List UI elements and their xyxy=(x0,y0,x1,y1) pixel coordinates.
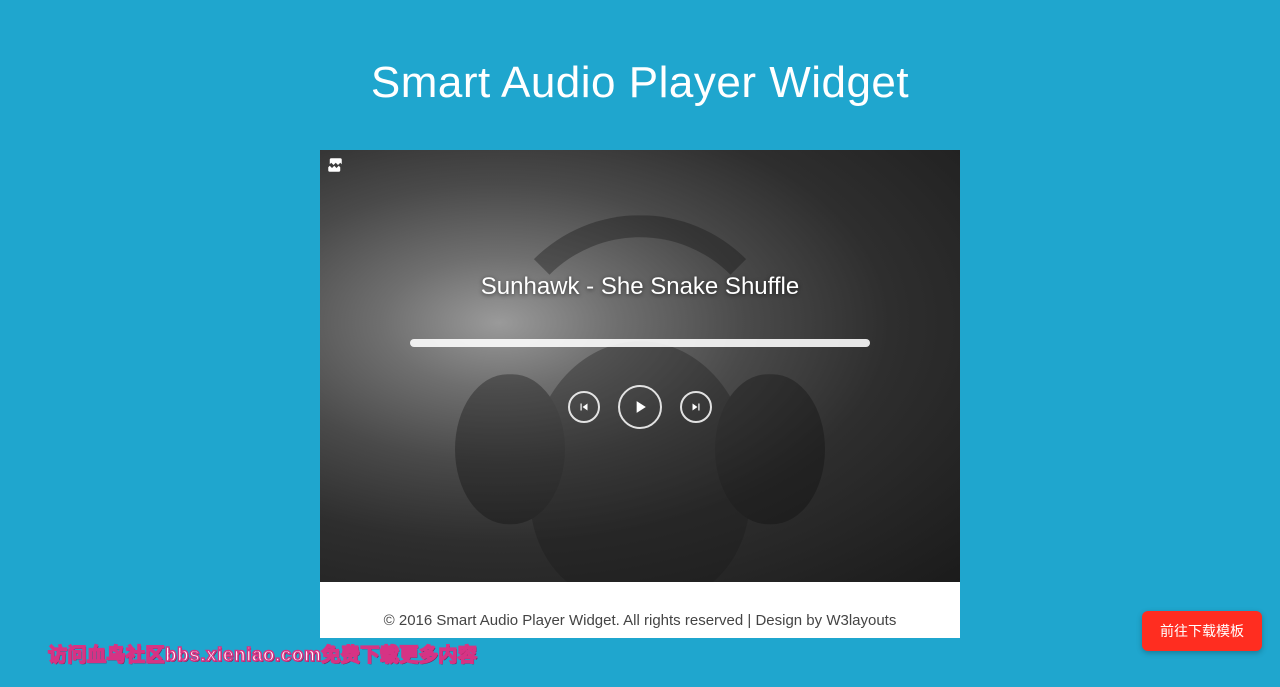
skip-next-icon xyxy=(689,400,703,414)
audio-player-widget: Sunhawk - She Snake Shuffle xyxy=(320,150,960,638)
next-button[interactable] xyxy=(680,391,712,423)
player-overlay: Sunhawk - She Snake Shuffle xyxy=(320,150,960,582)
track-title: Sunhawk - She Snake Shuffle xyxy=(481,273,799,301)
skip-previous-icon xyxy=(577,400,591,414)
footer-copyright: © 2016 Smart Audio Player Widget. All ri… xyxy=(384,612,827,629)
widget-footer: © 2016 Smart Audio Player Widget. All ri… xyxy=(320,582,960,638)
play-icon xyxy=(630,397,650,417)
play-button[interactable] xyxy=(618,385,662,429)
page-title: Smart Audio Player Widget xyxy=(0,0,1280,108)
album-art-area: Sunhawk - She Snake Shuffle xyxy=(320,150,960,582)
watermark-text: 访问血鸟社区bbs.xieniao.com免费下载更多内容 xyxy=(48,640,477,667)
footer-design-link[interactable]: W3layouts xyxy=(826,612,896,629)
progress-bar[interactable] xyxy=(410,339,870,347)
prev-button[interactable] xyxy=(568,391,600,423)
download-template-button[interactable]: 前往下载模板 xyxy=(1142,611,1262,651)
player-controls xyxy=(568,385,712,429)
